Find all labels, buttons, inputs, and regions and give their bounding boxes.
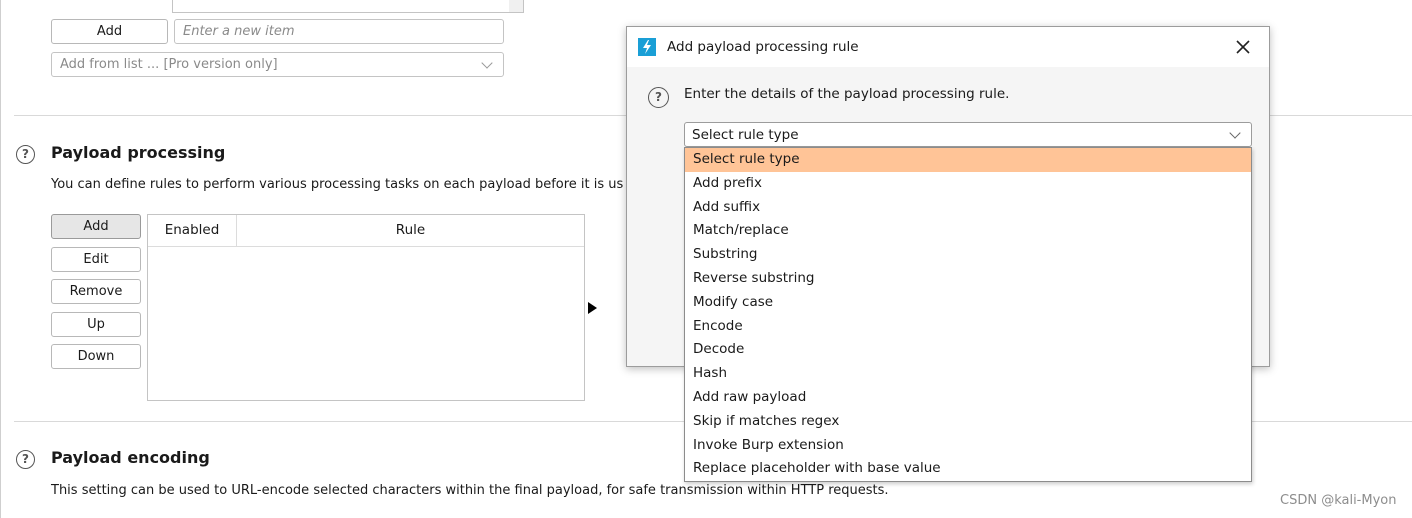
new-item-placeholder: Enter a new item (183, 24, 295, 39)
dialog-prompt: Enter the details of the payload process… (684, 86, 1010, 102)
option-reverse-substring[interactable]: Reverse substring (685, 267, 1251, 291)
list-scrollbar[interactable] (509, 0, 523, 12)
remove-rule-button[interactable]: Remove (51, 279, 141, 304)
option-match-replace[interactable]: Match/replace (685, 219, 1251, 243)
chevron-down-icon (481, 57, 493, 69)
add-from-list-label: Add from list ... [Pro version only] (60, 57, 278, 72)
payload-processing-description: You can define rules to perform various … (51, 177, 624, 192)
up-rule-button[interactable]: Up (51, 312, 141, 337)
new-item-input[interactable]: Enter a new item (174, 19, 504, 44)
option-substring[interactable]: Substring (685, 243, 1251, 267)
down-rule-button[interactable]: Down (51, 344, 141, 369)
burp-logo-icon (638, 38, 656, 56)
option-hash[interactable]: Hash (685, 362, 1251, 386)
help-icon[interactable]: ? (16, 450, 35, 469)
rule-type-select[interactable]: Select rule type (684, 122, 1252, 147)
option-select-rule-type[interactable]: Select rule type (685, 148, 1251, 172)
option-add-raw-payload[interactable]: Add raw payload (685, 386, 1251, 410)
watermark: CSDN @kali-Myon (1280, 493, 1397, 508)
option-add-suffix[interactable]: Add suffix (685, 196, 1251, 220)
close-icon[interactable] (1236, 40, 1250, 54)
add-from-list-select[interactable]: Add from list ... [Pro version only] (51, 52, 504, 77)
cursor-icon (588, 302, 597, 314)
payload-encoding-description: This setting can be used to URL-encode s… (51, 483, 889, 498)
option-invoke-burp-extension[interactable]: Invoke Burp extension (685, 434, 1251, 458)
add-rule-button[interactable]: Add (51, 214, 141, 239)
rules-table[interactable]: Enabled Rule (147, 214, 585, 401)
help-icon[interactable]: ? (648, 87, 669, 108)
left-border (0, 0, 1, 518)
dialog-title: Add payload processing rule (667, 39, 859, 55)
column-rule[interactable]: Rule (237, 215, 584, 246)
payload-encoding-title: Payload encoding (51, 448, 210, 467)
table-header: Enabled Rule (148, 215, 584, 247)
payload-processing-title: Payload processing (51, 143, 226, 162)
option-replace-placeholder[interactable]: Replace placeholder with base value (685, 457, 1251, 481)
dialog-titlebar[interactable]: Add payload processing rule (627, 27, 1269, 67)
column-enabled[interactable]: Enabled (148, 215, 237, 246)
option-decode[interactable]: Decode (685, 338, 1251, 362)
rule-type-select-value: Select rule type (692, 126, 799, 143)
option-add-prefix[interactable]: Add prefix (685, 172, 1251, 196)
option-modify-case[interactable]: Modify case (685, 291, 1251, 315)
chevron-down-icon (1229, 127, 1241, 139)
option-encode[interactable]: Encode (685, 315, 1251, 339)
help-icon[interactable]: ? (16, 145, 35, 164)
add-item-button[interactable]: Add (51, 19, 168, 44)
edit-rule-button[interactable]: Edit (51, 247, 141, 272)
rule-type-dropdown-list: Select rule type Add prefix Add suffix M… (684, 147, 1252, 482)
payload-list-box[interactable]: qwe123 (172, 0, 524, 13)
option-skip-if-matches-regex[interactable]: Skip if matches regex (685, 410, 1251, 434)
